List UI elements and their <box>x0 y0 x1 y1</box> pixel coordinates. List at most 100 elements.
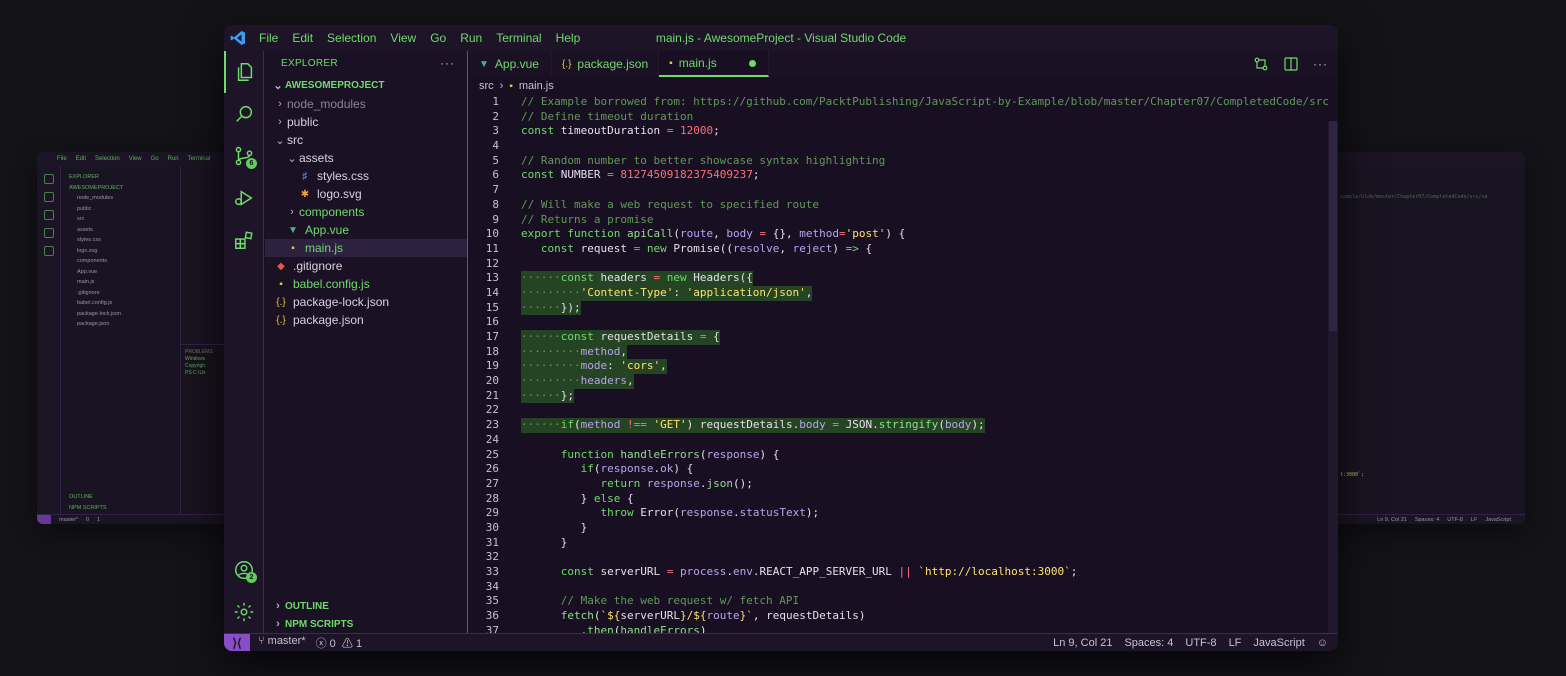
modified-dot-icon[interactable] <box>748 59 756 67</box>
ghost-menu-item: Edit <box>75 156 87 162</box>
code-token: return <box>600 476 647 490</box>
code-token: apiCall <box>626 227 674 241</box>
code-token: Promise(( <box>673 241 733 255</box>
code-token: if <box>560 418 574 432</box>
menu-item-selection[interactable]: Selection <box>320 31 383 45</box>
npm-scripts-section[interactable]: › NPM SCRIPTS <box>265 615 467 633</box>
outline-section[interactable]: › OUTLINE <box>265 597 467 615</box>
code-text: // Make the web request w/ fetch API <box>521 594 799 609</box>
code-token: request <box>580 241 634 255</box>
chevron-down-icon: ⌄ <box>273 79 283 92</box>
tree-item-main-js[interactable]: ▪ main.js <box>265 239 467 257</box>
js-file-icon: ▪ <box>669 57 673 69</box>
line-ending[interactable]: LF <box>1229 637 1242 649</box>
code-line: 32 <box>469 550 1328 565</box>
code-editor[interactable]: 1 // Example borrowed from: https://githu… <box>469 95 1328 633</box>
tree-item-package-lock-json[interactable]: {.} package-lock.json <box>265 293 467 311</box>
menu-item-terminal[interactable]: Terminal <box>489 31 548 45</box>
run-debug-activity-button[interactable] <box>224 177 264 219</box>
branch-status[interactable]: ⑂ master* <box>258 635 306 651</box>
open-changes-icon[interactable] <box>1253 56 1269 72</box>
code-text: if(response.ok) { <box>521 462 694 477</box>
code-token: then <box>587 623 614 633</box>
code-token: resolve <box>732 241 780 255</box>
tree-item-assets[interactable]: ⌄ assets <box>265 149 467 167</box>
project-root-label: AWESOMEPROJECT <box>285 79 385 91</box>
menu-item-help[interactable]: Help <box>549 31 588 45</box>
line-number: 10 <box>485 227 499 241</box>
menu-item-edit[interactable]: Edit <box>285 31 320 45</box>
code-line: 26 if(response.ok) { <box>469 462 1328 477</box>
code-token: new <box>666 271 694 285</box>
line-number: 9 <box>492 212 499 226</box>
code-text: throw Error(response.statusText); <box>521 506 819 521</box>
code-text: export function apiCall(route, body = {}… <box>521 227 905 242</box>
code-token: // Define timeout duration <box>521 109 694 123</box>
tree-item-logo-svg[interactable]: ✱ logo.svg <box>265 185 467 203</box>
manage-activity-button[interactable] <box>224 591 264 633</box>
editor-actions: ··· <box>1253 51 1328 77</box>
code-text: ······const headers = new Headers({ <box>521 271 753 286</box>
code-line: 17 ······const requestDetails = { <box>469 330 1328 345</box>
split-editor-icon[interactable] <box>1283 56 1299 72</box>
tree-item-label: main.js <box>305 241 344 255</box>
tree-item--gitignore[interactable]: ◆ .gitignore <box>265 257 467 275</box>
line-number: 21 <box>485 388 499 402</box>
code-token: timeoutDuration <box>560 124 667 138</box>
explorer-activity-button[interactable] <box>224 51 264 93</box>
line-number: 18 <box>485 344 499 358</box>
scm-badge: 6 <box>246 158 257 169</box>
code-line: 8 // Will make a web request to specified… <box>469 198 1328 213</box>
ghost-tree-item: main.js <box>77 279 95 285</box>
more-actions-icon[interactable]: ··· <box>440 56 455 70</box>
tree-item-babel-config-js[interactable]: ▪ babel.config.js <box>265 275 467 293</box>
vscode-logo-icon <box>224 25 252 51</box>
title-bar: File Edit Selection View Go Run Terminal Help m… <box>224 25 1338 51</box>
tree-item-styles-css[interactable]: ♯ styles.css <box>265 167 467 185</box>
code-token: response <box>679 506 733 520</box>
feedback-icon[interactable]: ☺ <box>1317 637 1328 649</box>
code-token: throw <box>600 506 641 520</box>
extensions-activity-button[interactable] <box>224 219 264 261</box>
tree-item-label: logo.svg <box>317 187 362 201</box>
breadcrumb-item-src[interactable]: src <box>479 80 494 92</box>
menu-item-file[interactable]: File <box>252 31 285 45</box>
code-token: ······ <box>521 271 561 285</box>
encoding[interactable]: UTF-8 <box>1185 637 1216 649</box>
tab-package-json[interactable]: {.} package.json <box>552 51 660 77</box>
tab-main-js[interactable]: ▪ main.js <box>659 51 769 77</box>
problems-status[interactable]: ⓧ 0 ⚠ 1 <box>316 635 363 651</box>
menu-item-run[interactable]: Run <box>453 31 489 45</box>
breadcrumb-item-file[interactable]: main.js <box>519 80 554 92</box>
cursor-position[interactable]: Ln 9, Col 21 <box>1053 637 1112 649</box>
vertical-scrollbar[interactable] <box>1328 121 1338 633</box>
tab-app-vue[interactable]: ▼ App.vue <box>469 51 552 77</box>
project-root-folder[interactable]: ⌄ AWESOMEPROJECT <box>265 75 467 95</box>
line-number: 22 <box>485 403 499 417</box>
remote-indicator[interactable]: ⟩⟨ <box>224 633 250 651</box>
tree-item-package-json[interactable]: {.} package.json <box>265 311 467 329</box>
accounts-activity-button[interactable]: 2 <box>224 549 264 591</box>
indentation[interactable]: Spaces: 4 <box>1124 637 1173 649</box>
source-control-activity-button[interactable]: 6 <box>224 135 264 177</box>
search-activity-button[interactable] <box>224 93 264 135</box>
tree-item-public[interactable]: › public <box>265 113 467 131</box>
line-number: 37 <box>485 623 499 633</box>
language-mode[interactable]: JavaScript <box>1253 637 1304 649</box>
scrollbar-thumb[interactable] <box>1329 121 1337 331</box>
line-number: 36 <box>485 609 499 623</box>
tree-item-src[interactable]: ⌄ src <box>265 131 467 149</box>
more-actions-icon[interactable]: ··· <box>1313 57 1328 71</box>
code-token: handleErrors <box>620 623 700 633</box>
code-line: 25 function handleErrors(response) { <box>469 448 1328 463</box>
tree-item-app-vue[interactable]: ▼ App.vue <box>265 221 467 239</box>
tree-item-node-modules[interactable]: › node_modules <box>265 95 467 113</box>
tab-label: package.json <box>577 57 649 71</box>
menu-item-view[interactable]: View <box>383 31 423 45</box>
code-line: 34 <box>469 580 1328 595</box>
menu-item-go[interactable]: Go <box>423 31 453 45</box>
code-token: reject <box>792 241 833 255</box>
tree-item-components[interactable]: › components <box>265 203 467 221</box>
